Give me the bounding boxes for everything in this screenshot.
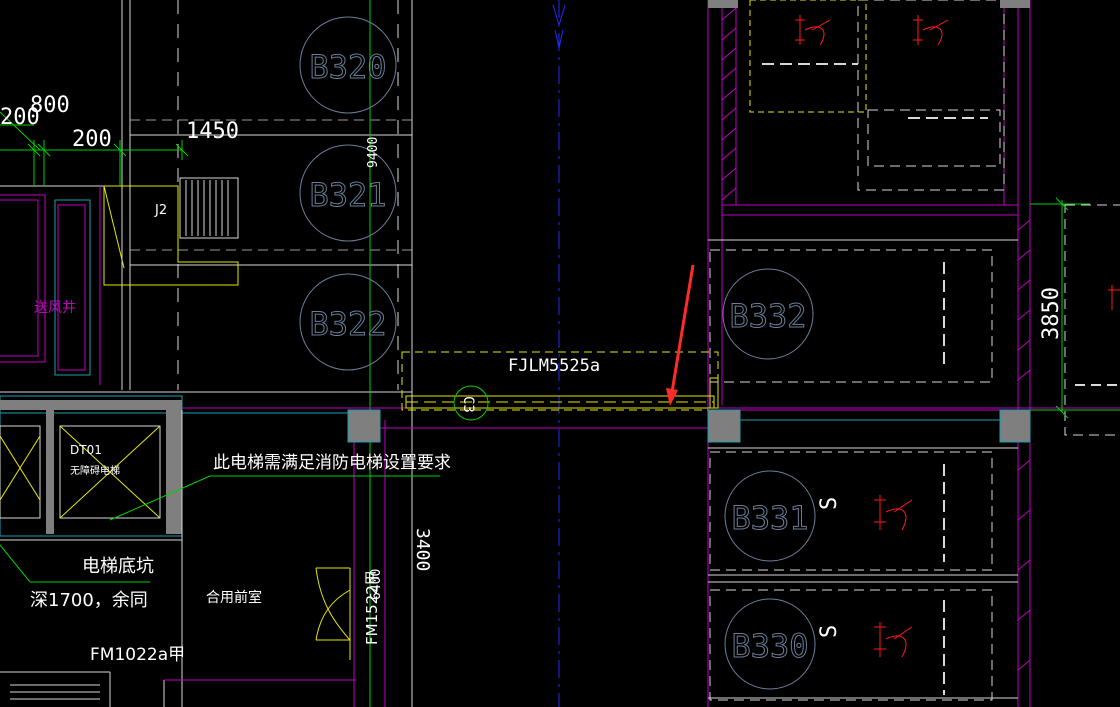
room-letter-s: S [817, 625, 842, 638]
stair-hatch [10, 684, 100, 700]
red-arrow-annotation [666, 264, 695, 406]
column [347, 409, 381, 443]
room-outline [749, 0, 867, 113]
shared-lobby-label: 合用前室 [206, 589, 262, 606]
wall-line [0, 199, 39, 357]
text-labels: 800 200 200 1450 9400 3400 3850 6400 FJL… [0, 93, 1064, 665]
pit-title: 电梯底坑 [82, 556, 154, 577]
door-tag-fm1022: FM1022a甲 [90, 645, 185, 665]
column [999, 409, 1031, 443]
room-tag-b331: B331 [731, 499, 808, 537]
fixture-symbol [913, 15, 949, 46]
dimension-3850: 3850 [1039, 287, 1064, 340]
column-tag-c3: C3 [460, 396, 476, 413]
dimension-1450: 1450 [186, 119, 239, 144]
room-tag-b332: B332 [729, 297, 806, 335]
stair-outline [103, 185, 239, 286]
dimension-200-b: 200 [72, 127, 112, 152]
wall-fill [46, 400, 54, 534]
dimension-9400: 9400 [366, 137, 381, 168]
wall-fill [166, 400, 182, 534]
elevator-code: DT01 [70, 443, 102, 457]
fixture-symbol [1108, 285, 1120, 310]
cad-drawing-canvas[interactable]: B320 B321 B322 B332 B331 B330 800 200 20… [0, 0, 1120, 707]
elevator-car [0, 425, 41, 519]
column [1000, 0, 1030, 8]
fixture-symbol [795, 15, 831, 46]
room-tag-b322: B322 [309, 305, 386, 343]
door-swing-fm1522 [315, 567, 351, 660]
room-outline [857, 0, 1005, 191]
dimension-lines [0, 111, 1090, 583]
elevator-note: 此电梯需满足消防电梯设置要求 [213, 453, 451, 473]
column [708, 0, 738, 8]
vent-shaft-label: 送风井 [34, 300, 76, 316]
stair-steps [185, 180, 229, 236]
pit-depth: 深1700，余同 [30, 590, 148, 611]
stair-outline [103, 185, 125, 269]
door-tag-fjlm: FJLM5525a [508, 356, 600, 376]
fixtures [795, 15, 1120, 658]
room-letter-s: S [817, 497, 842, 510]
wall-hatch [721, 7, 1031, 671]
wall-fill [0, 400, 182, 410]
room-outline [1064, 204, 1120, 436]
door-tag-fm1522: FM1522甲 [363, 570, 381, 645]
stair-outline [179, 177, 239, 239]
leader-line [0, 544, 31, 583]
fixture-symbol [874, 622, 913, 658]
stair-tag-j2: J2 [154, 203, 167, 218]
dimension-200-a: 200 [0, 105, 40, 130]
wall-line [57, 204, 86, 371]
structural-lines [0, 0, 1120, 707]
dimension-3400: 3400 [412, 528, 433, 571]
room-tag-b320: B320 [309, 48, 386, 86]
room-tag-b321: B321 [309, 176, 386, 214]
elevator-type: 无障碍电梯 [70, 464, 120, 477]
fixture-symbol [874, 495, 913, 531]
room-tag-b330: B330 [731, 627, 808, 665]
column [707, 409, 741, 443]
